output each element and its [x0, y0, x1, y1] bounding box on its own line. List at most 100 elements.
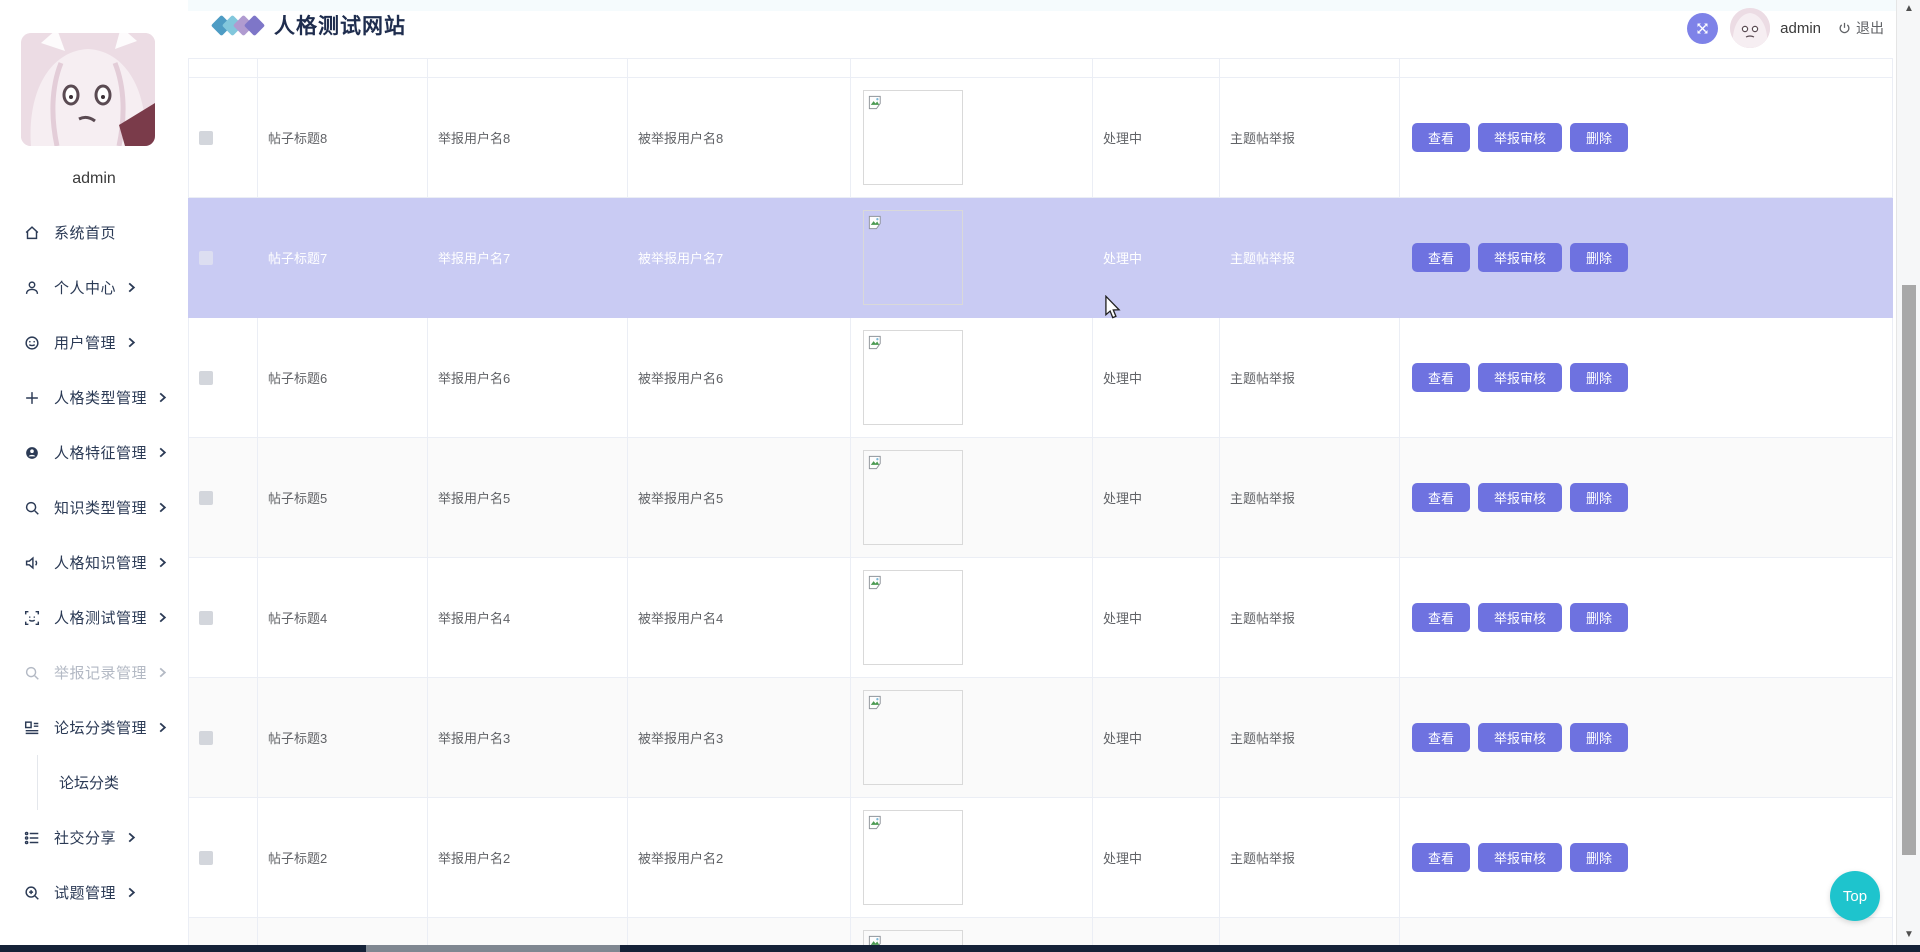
- face-scan-icon: [22, 608, 41, 627]
- back-to-top-button[interactable]: Top: [1830, 871, 1880, 921]
- vertical-scrollbar-thumb[interactable]: [1902, 285, 1916, 855]
- sidebar-item[interactable]: 个人中心: [0, 260, 188, 315]
- table-row[interactable]: 帖子标题2 举报用户名2 被举报用户名2 处理中 主题帖举报 查看 举报审核 删…: [188, 798, 1893, 918]
- view-button[interactable]: 查看: [1412, 363, 1471, 392]
- user-avatar[interactable]: [1730, 8, 1771, 48]
- table-row[interactable]: 帖子标题7 举报用户名7 被举报用户名7 处理中 主题帖举报 查看 举报审核 删…: [188, 198, 1893, 318]
- delete-button[interactable]: 删除: [1570, 363, 1629, 392]
- view-button[interactable]: 查看: [1412, 123, 1471, 152]
- row-checkbox[interactable]: [199, 130, 213, 145]
- sidebar-item[interactable]: 人格知识管理: [0, 535, 188, 590]
- table-row[interactable]: [188, 58, 1893, 78]
- reported-cell: 被举报用户名3: [628, 678, 851, 798]
- profile-name: admin: [72, 170, 116, 187]
- view-button[interactable]: 查看: [1412, 723, 1471, 752]
- sidebar-item[interactable]: 论坛分类管理: [0, 700, 188, 755]
- reporter-name: 举报用户名6: [438, 371, 511, 386]
- page-title: 人格测试网站: [274, 15, 406, 38]
- vertical-scrollbar[interactable]: ▲ ▼: [1896, 0, 1920, 945]
- reporter-name: 举报用户名4: [438, 611, 511, 626]
- report-type-cell: 主题帖举报: [1220, 318, 1400, 438]
- reported-cell: 被举报用户名4: [628, 558, 851, 678]
- reported-cell: 被举报用户名5: [628, 438, 851, 558]
- table-row[interactable]: 帖子标题3 举报用户名3 被举报用户名3 处理中 主题帖举报 查看 举报审核 删…: [188, 678, 1893, 798]
- post-title-cell: 帖子标题8: [258, 78, 428, 198]
- table-row[interactable]: 帖子标题5 举报用户名5 被举报用户名5 处理中 主题帖举报 查看 举报审核 删…: [188, 438, 1893, 558]
- report-type-cell: [1220, 59, 1400, 78]
- report-review-button[interactable]: 举报审核: [1478, 243, 1563, 272]
- reporter-name: 举报用户名2: [438, 851, 511, 866]
- view-button[interactable]: 查看: [1412, 243, 1471, 272]
- reported-name: 被举报用户名3: [638, 731, 724, 746]
- reported-name: 被举报用户名5: [638, 491, 724, 506]
- delete-button[interactable]: 删除: [1570, 843, 1629, 872]
- table-row[interactable]: 帖子标题8 举报用户名8 被举报用户名8 处理中 主题帖举报 查看 举报审核 删…: [188, 78, 1893, 198]
- sidebar-item[interactable]: 人格类型管理: [0, 370, 188, 425]
- delete-button[interactable]: 删除: [1570, 723, 1629, 752]
- image-cell: [851, 438, 1093, 558]
- sidebar-item[interactable]: 社交分享: [0, 810, 188, 865]
- plus-icon: [22, 388, 41, 407]
- sidebar-item[interactable]: 知识类型管理: [0, 480, 188, 535]
- horizontal-scrollbar-thumb[interactable]: [366, 945, 620, 952]
- post-title-cell: [258, 59, 428, 78]
- post-title-cell: 帖子标题4: [258, 558, 428, 678]
- row-checkbox[interactable]: [199, 730, 213, 745]
- actions-cell: [1400, 59, 1893, 78]
- sidebar-item[interactable]: 人格测试管理: [0, 590, 188, 645]
- logout-button[interactable]: 退出: [1837, 18, 1884, 38]
- report-review-button[interactable]: 举报审核: [1478, 363, 1563, 392]
- sidebar-item-label: 论坛分类管理: [54, 720, 148, 737]
- post-image-placeholder: [863, 810, 963, 905]
- status-cell: 处理中: [1093, 798, 1220, 918]
- report-review-button[interactable]: 举报审核: [1478, 123, 1563, 152]
- view-button[interactable]: 查看: [1412, 603, 1471, 632]
- sidebar-item[interactable]: 系统首页: [0, 205, 188, 260]
- status-cell: 处理中: [1093, 78, 1220, 198]
- fullscreen-button[interactable]: [1687, 12, 1719, 44]
- row-checkbox[interactable]: [199, 490, 213, 505]
- table-row[interactable]: 帖子标题6 举报用户名6 被举报用户名6 处理中 主题帖举报 查看 举报审核 删…: [188, 318, 1893, 438]
- status-cell: [1093, 59, 1220, 78]
- reporter-cell: 举报用户名2: [428, 798, 628, 918]
- sidebar-item[interactable]: 用户管理: [0, 315, 188, 370]
- sidebar-item[interactable]: 举报记录管理: [0, 645, 188, 700]
- row-checkbox[interactable]: [199, 250, 213, 265]
- view-button[interactable]: 查看: [1412, 843, 1471, 872]
- table-row[interactable]: 查看 举报审核 删除: [188, 918, 1893, 945]
- broken-image-icon: [868, 575, 881, 590]
- row-checkbox[interactable]: [199, 850, 213, 865]
- delete-button[interactable]: 删除: [1570, 123, 1629, 152]
- sidebar-item[interactable]: 人格特征管理: [0, 425, 188, 480]
- post-title: 帖子标题3: [268, 731, 328, 746]
- row-checkbox[interactable]: [199, 370, 213, 385]
- report-review-button[interactable]: 举报审核: [1478, 483, 1563, 512]
- header: 人格测试网站 admin 退出: [188, 0, 1896, 56]
- chevron-right-icon: [126, 337, 137, 348]
- delete-button[interactable]: 删除: [1570, 243, 1629, 272]
- post-image-placeholder: [863, 450, 963, 545]
- reported-name: 被举报用户名8: [638, 131, 724, 146]
- reporter-name: 举报用户名3: [438, 731, 511, 746]
- report-review-button[interactable]: 举报审核: [1478, 723, 1563, 752]
- scroll-down-arrow-icon[interactable]: ▼: [1897, 929, 1920, 940]
- delete-button[interactable]: 删除: [1570, 603, 1629, 632]
- actions-cell: 查看 举报审核 删除: [1400, 198, 1893, 318]
- row-checkbox[interactable]: [199, 610, 213, 625]
- post-image-placeholder: [863, 330, 963, 425]
- scroll-up-arrow-icon[interactable]: ▲: [1897, 3, 1920, 14]
- reporter-cell: 举报用户名3: [428, 678, 628, 798]
- chevron-right-icon: [126, 832, 137, 843]
- delete-button[interactable]: 删除: [1570, 483, 1629, 512]
- post-image-placeholder: [863, 690, 963, 785]
- user-icon: [22, 278, 41, 297]
- brand: 人格测试网站: [210, 10, 406, 40]
- status-text: 处理中: [1103, 611, 1143, 626]
- view-button[interactable]: 查看: [1412, 483, 1471, 512]
- sidebar-item[interactable]: 试题管理: [0, 865, 188, 920]
- sidebar-subitem[interactable]: 论坛分类: [37, 755, 188, 810]
- table-row[interactable]: 帖子标题4 举报用户名4 被举报用户名4 处理中 主题帖举报 查看 举报审核 删…: [188, 558, 1893, 678]
- report-review-button[interactable]: 举报审核: [1478, 603, 1563, 632]
- horizontal-scrollbar[interactable]: [0, 945, 1920, 952]
- report-review-button[interactable]: 举报审核: [1478, 843, 1563, 872]
